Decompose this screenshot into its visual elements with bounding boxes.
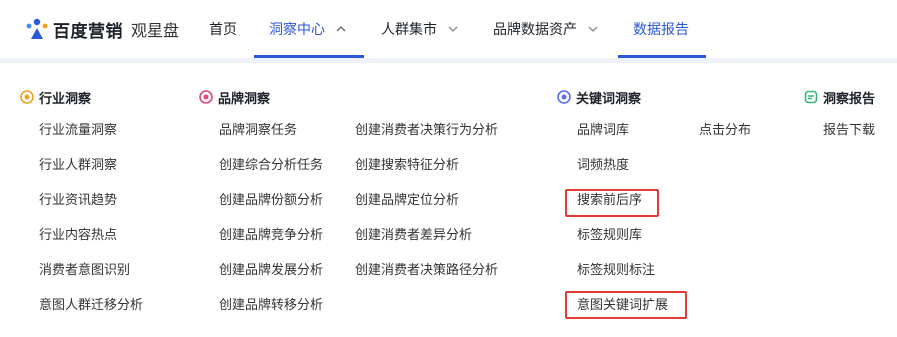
- product-name: 观星盘: [131, 21, 180, 40]
- menu-item-tag-rule-annotation[interactable]: 标签规则标注: [577, 261, 655, 281]
- menu-item-industry-content-hotspot[interactable]: 行业内容热点: [39, 226, 117, 246]
- section-insight-report: 洞察报告: [804, 86, 875, 108]
- nav-divider: [0, 58, 897, 63]
- menu-item-report-download[interactable]: 报告下载: [823, 121, 875, 141]
- nav-audience-market-label: 人群集市: [381, 22, 437, 38]
- baidu-marketing-logo-icon: [25, 17, 49, 41]
- menu-item-word-frequency-heat[interactable]: 词频热度: [577, 156, 629, 176]
- section-industry-insight-title: 行业洞察: [39, 91, 92, 107]
- menu-item-create-brand-share-analysis[interactable]: 创建品牌份额分析: [219, 191, 323, 211]
- menu-item-industry-traffic[interactable]: 行业流量洞察: [39, 121, 117, 141]
- nav-home-label: 首页: [209, 22, 237, 38]
- menu-item-create-comprehensive-analysis[interactable]: 创建综合分析任务: [219, 156, 323, 176]
- menu-item-create-consumer-decision-behavior[interactable]: 创建消费者决策行为分析: [355, 121, 498, 141]
- highlight-box-intent-keyword-expansion: [565, 291, 687, 319]
- section-brand-insight: 品牌洞察: [199, 86, 270, 108]
- highlight-box-search-sequence: [565, 189, 659, 217]
- menu-item-intent-audience-migration[interactable]: 意图人群迁移分析: [39, 296, 143, 316]
- menu-item-consumer-intent[interactable]: 消费者意图识别: [39, 261, 130, 281]
- menu-item-create-consumer-difference-analysis[interactable]: 创建消费者差异分析: [355, 226, 472, 246]
- menu-item-brand-lexicon[interactable]: 品牌词库: [577, 121, 629, 141]
- section-keyword-insight: 关键词洞察: [557, 86, 641, 108]
- menu-item-create-brand-development-analysis[interactable]: 创建品牌发展分析: [219, 261, 323, 281]
- menu-item-click-distribution[interactable]: 点击分布: [699, 121, 751, 141]
- logo[interactable]: 百度营销 观星盘: [25, 16, 179, 42]
- nav-brand-data-assets-label: 品牌数据资产: [493, 22, 577, 38]
- menu-item-create-brand-competition-analysis[interactable]: 创建品牌竞争分析: [219, 226, 323, 246]
- section-keyword-insight-title: 关键词洞察: [576, 91, 642, 107]
- menu-item-create-search-feature-analysis[interactable]: 创建搜索特征分析: [355, 156, 459, 176]
- nav-insight-center[interactable]: 洞察中心: [269, 0, 347, 58]
- menu-item-create-consumer-decision-path[interactable]: 创建消费者决策路径分析: [355, 261, 498, 281]
- chevron-down-icon: [447, 23, 459, 35]
- section-industry-insight: 行业洞察: [20, 86, 91, 108]
- nav-insight-center-label: 洞察中心: [269, 22, 325, 38]
- nav-audience-market[interactable]: 人群集市: [381, 0, 459, 58]
- nav-data-report-label: 数据报告: [633, 22, 689, 38]
- nav-data-report[interactable]: 数据报告: [633, 0, 689, 58]
- chevron-up-icon: [335, 23, 347, 35]
- menu-item-create-brand-positioning-analysis[interactable]: 创建品牌定位分析: [355, 191, 459, 211]
- menu-item-industry-news-trend[interactable]: 行业资讯趋势: [39, 191, 117, 211]
- brand-insight-icon: [199, 90, 213, 104]
- section-insight-report-title: 洞察报告: [823, 91, 876, 107]
- nav-brand-data-assets[interactable]: 品牌数据资产: [493, 0, 599, 58]
- menu-item-brand-insight-task[interactable]: 品牌洞察任务: [219, 121, 297, 141]
- top-navigation-bar: 百度营销 观星盘 首页 洞察中心 人群集市 品牌数据资产 数据报告: [0, 0, 897, 58]
- section-brand-insight-title: 品牌洞察: [218, 91, 271, 107]
- nav-home[interactable]: 首页: [209, 0, 237, 58]
- brand-name: 百度营销: [53, 21, 123, 42]
- insight-report-icon: [804, 90, 818, 104]
- industry-insight-icon: [20, 90, 34, 104]
- menu-item-industry-audience[interactable]: 行业人群洞察: [39, 156, 117, 176]
- menu-item-tag-rule-library[interactable]: 标签规则库: [577, 226, 642, 246]
- keyword-insight-icon: [557, 90, 571, 104]
- menu-item-create-brand-transfer-analysis[interactable]: 创建品牌转移分析: [219, 296, 323, 316]
- chevron-down-icon: [587, 23, 599, 35]
